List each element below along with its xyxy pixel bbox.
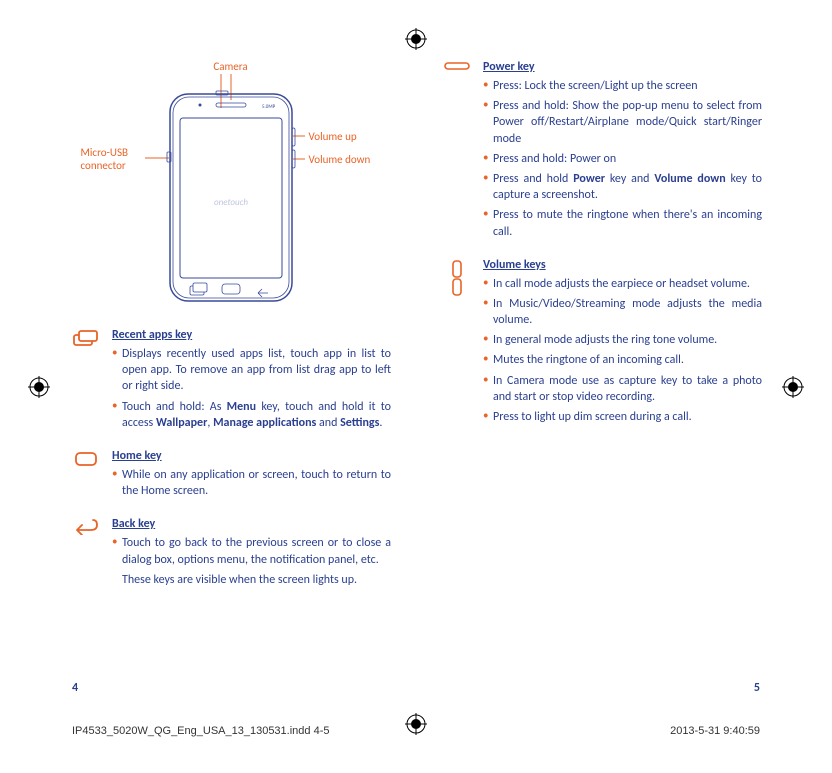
camera-mp-text: 5.0MP — [262, 104, 276, 110]
back-key-note: These keys are visible when the screen l… — [112, 572, 391, 588]
footer-doc-info: IP4533_5020W_QG_Eng_USA_13_130531.indd 4… — [72, 725, 329, 737]
recent-apps-icon — [70, 328, 102, 435]
power-item-5: Press to mute the ringtone when there's … — [483, 207, 762, 239]
power-key-icon — [441, 60, 473, 244]
volume-item-3: In general mode adjusts the ring tone vo… — [483, 332, 762, 348]
section-recent-apps: Recent apps key Displays recently used a… — [70, 328, 391, 435]
phone-brand-text: onetouch — [213, 197, 247, 208]
registration-mark-top — [405, 28, 427, 50]
volume-item-5: In Camera mode use as capture key to tak… — [483, 373, 762, 405]
page-number-left: 4 — [72, 681, 78, 695]
section-power-key: Power key Press: Lock the screen/Light u… — [441, 60, 762, 244]
page-left: Camera Micro-USB connector Volume up Vol… — [70, 60, 391, 663]
page-right: Power key Press: Lock the screen/Light u… — [441, 60, 762, 663]
back-key-title: Back key — [112, 517, 391, 531]
section-back-key: Back key Touch to go back to the previou… — [70, 517, 391, 588]
home-key-icon — [70, 449, 102, 503]
power-item-3: Press and hold: Power on — [483, 151, 762, 167]
volume-item-4: Mutes the ringtone of an incoming call. — [483, 352, 762, 368]
volume-keys-title: Volume keys — [483, 258, 762, 272]
registration-mark-bottom — [405, 713, 427, 735]
section-volume-keys: Volume keys In call mode adjusts the ear… — [441, 258, 762, 430]
footer-timestamp: 2013-5-31 9:40:59 — [670, 725, 760, 737]
recent-apps-title: Recent apps key — [112, 328, 391, 342]
back-key-icon — [70, 517, 102, 588]
power-item-2: Press and hold: Show the pop-up menu to … — [483, 98, 762, 147]
registration-mark-right — [782, 376, 804, 398]
power-item-1: Press: Lock the screen/Light up the scre… — [483, 78, 762, 94]
home-item-1: While on any application or screen, touc… — [112, 467, 391, 499]
phone-illustration: 5.0MP onetouch — [166, 90, 296, 305]
recent-item-2: Touch and hold: As Menu key, touch and h… — [112, 399, 391, 431]
volume-item-6: Press to light up dim screen during a ca… — [483, 409, 762, 425]
power-key-title: Power key — [483, 60, 762, 74]
volume-item-1: In call mode adjusts the earpiece or hea… — [483, 276, 762, 292]
back-item-1: Touch to go back to the previous screen … — [112, 535, 391, 567]
home-key-title: Home key — [112, 449, 391, 463]
section-home-key: Home key While on any application or scr… — [70, 449, 391, 503]
volume-item-2: In Music/Video/Streaming mode adjusts th… — [483, 296, 762, 328]
page-spread: Camera Micro-USB connector Volume up Vol… — [70, 60, 762, 663]
recent-item-1: Displays recently used apps list, touch … — [112, 346, 391, 395]
page-number-right: 5 — [754, 681, 760, 695]
power-item-4: Press and hold Power key and Volume down… — [483, 171, 762, 203]
phone-diagram: Camera Micro-USB connector Volume up Vol… — [81, 60, 381, 310]
registration-mark-left — [28, 376, 50, 398]
volume-keys-icon — [441, 258, 473, 430]
